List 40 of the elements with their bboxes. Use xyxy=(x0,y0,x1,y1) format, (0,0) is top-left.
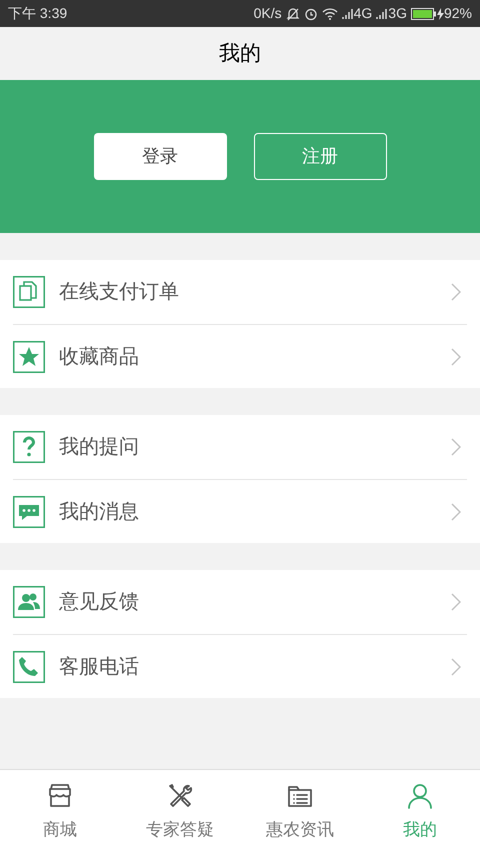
signal-icon xyxy=(342,8,354,20)
battery-icon xyxy=(410,8,437,20)
menu-label: 我的消息 xyxy=(59,500,140,524)
chevron-icon xyxy=(451,658,461,676)
chevron-icon xyxy=(451,593,461,611)
network-speed: 0K/s xyxy=(254,4,282,23)
chevron-icon xyxy=(451,502,461,520)
status-time: 下午 3:39 xyxy=(8,4,68,23)
menu-item[interactable]: 我的提问 xyxy=(13,415,467,479)
page-title: 我的 xyxy=(219,40,261,67)
people-icon xyxy=(13,586,45,618)
menu-label: 意见反馈 xyxy=(59,590,140,615)
alarm-icon xyxy=(304,6,318,20)
menu-item[interactable]: 意见反馈 xyxy=(13,570,467,634)
tab-item[interactable]: 惠农资讯 xyxy=(240,770,360,853)
documents-icon xyxy=(13,276,45,308)
menu-item[interactable]: 我的消息 xyxy=(13,479,467,543)
menu-item[interactable]: 客服电话 xyxy=(13,634,467,698)
question-icon xyxy=(13,431,45,463)
mute-bell-icon xyxy=(286,6,300,20)
menu-item[interactable]: 在线支付订单 xyxy=(13,260,467,324)
login-button[interactable]: 登录 xyxy=(94,133,226,180)
network-type: 4G xyxy=(354,4,372,23)
charging-icon xyxy=(436,8,444,20)
chat-icon xyxy=(13,496,45,528)
menu-item[interactable]: 收藏商品 xyxy=(13,324,467,388)
signal-icon xyxy=(376,8,388,20)
battery-level: 92% xyxy=(444,4,472,23)
menu-label: 收藏商品 xyxy=(59,344,140,370)
menu-label: 我的提问 xyxy=(59,435,140,460)
menu-label: 客服电话 xyxy=(59,654,140,680)
tab-item[interactable]: 专家答疑 xyxy=(120,770,240,853)
tab-item[interactable]: 商城 xyxy=(0,770,120,853)
chevron-icon xyxy=(451,348,461,366)
phone-icon xyxy=(13,650,45,682)
menu-label: 在线支付订单 xyxy=(59,280,180,305)
network-type: 3G xyxy=(388,4,407,23)
chevron-icon xyxy=(451,283,461,301)
wifi-icon xyxy=(322,6,338,20)
chevron-icon xyxy=(451,438,461,456)
